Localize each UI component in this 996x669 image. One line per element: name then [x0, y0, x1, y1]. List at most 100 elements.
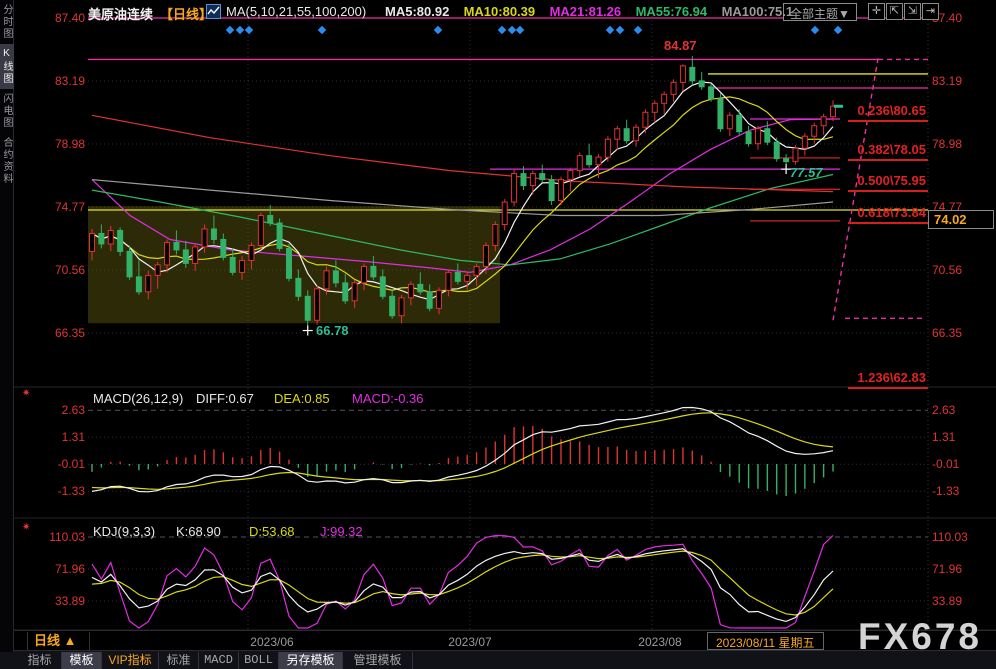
candle	[596, 157, 601, 164]
candle	[99, 233, 104, 243]
macd-settings-icon[interactable]: ✷	[22, 388, 30, 399]
event-marker-icon	[834, 26, 842, 34]
shift-right-icon[interactable]: ⇥	[922, 3, 939, 20]
candle	[784, 159, 789, 162]
candle	[690, 67, 695, 80]
fib-underline	[848, 120, 928, 122]
tab-模板[interactable]: 模板	[62, 652, 102, 669]
event-marker-icon	[434, 26, 442, 34]
main-axis-label-left: 78.98	[22, 137, 85, 151]
x-axis-date: 2023/06	[250, 635, 293, 649]
tab-标准[interactable]: 标准	[159, 652, 199, 669]
macd-value: MACD:-0.36	[352, 391, 424, 406]
event-marker-icon	[634, 26, 642, 34]
candle	[821, 117, 826, 126]
move-icon[interactable]: ✛	[868, 3, 885, 20]
kdj-settings-icon[interactable]: ✷	[22, 522, 30, 533]
candle	[427, 292, 432, 308]
kdj-header: KDJ(9,3,3)	[93, 524, 155, 539]
scale-out-icon[interactable]: ⇲	[904, 3, 921, 20]
sidebar-item-闪电图[interactable]: 闪电图	[0, 89, 14, 133]
candle	[352, 283, 357, 301]
ma-legend-MA5: MA5:80.92	[385, 4, 449, 19]
candle	[437, 290, 442, 308]
candle	[136, 277, 141, 292]
candle	[108, 230, 113, 243]
candle	[662, 94, 667, 103]
macd-axis-label-left: -0.01	[22, 457, 85, 471]
event-marker-icon	[236, 26, 244, 34]
event-marker-icon	[226, 26, 234, 34]
main-axis-label-left: 70.56	[22, 263, 85, 277]
macd-axis-label-right: 1.31	[932, 430, 955, 444]
fib-label: 0.382\78.05	[848, 142, 926, 157]
tab-另存模板[interactable]: 另存模板	[279, 652, 343, 669]
sidebar-item-K线图[interactable]: K线图	[0, 44, 14, 89]
main-axis-label-left: 66.35	[22, 326, 85, 340]
fib-label: 1.236\62.83	[848, 370, 926, 385]
fib-label: 0.500\75.95	[848, 173, 926, 188]
price-level-box[interactable]: 74.02	[928, 210, 994, 229]
event-marker-icon	[811, 26, 819, 34]
macd-axis-label-left: 1.31	[22, 430, 85, 444]
app-window: { "colors": { "up":"#e13232", "down":"#3…	[0, 0, 996, 669]
candle	[765, 129, 770, 142]
candle	[408, 284, 413, 297]
kdj-k-value: K:68.90	[176, 524, 221, 539]
main-axis-label-right: 70.56	[932, 263, 962, 277]
x-axis-date: 2023/07	[448, 635, 491, 649]
candle	[193, 247, 198, 263]
kdj-axis-label-right: 71.96	[932, 562, 962, 576]
candle	[249, 245, 254, 260]
tab-管理模板[interactable]: 管理模板	[343, 652, 413, 669]
macd-diff-value: DIFF:0.67	[196, 391, 254, 406]
candle	[258, 216, 263, 246]
last-price-tick	[834, 105, 843, 108]
tab-BOLL[interactable]: BOLL	[239, 652, 279, 669]
fib-underline	[848, 190, 928, 192]
tab-指标[interactable]: 指标	[18, 652, 62, 669]
ma-legend-MA21: MA21:81.26	[550, 4, 622, 19]
candle	[652, 103, 657, 112]
event-marker-icon	[516, 26, 524, 34]
candle	[558, 180, 563, 201]
candle	[502, 202, 507, 224]
candle	[230, 257, 235, 272]
watermark: FX678	[858, 616, 982, 658]
candle	[268, 216, 273, 223]
theme-selector-dropdown[interactable]: 全部主题▼	[783, 3, 857, 21]
tab-MACD[interactable]: MACD	[199, 652, 239, 669]
fib-label: 0.618\73.84	[848, 205, 926, 220]
candle	[587, 156, 592, 165]
candle	[277, 223, 282, 248]
candle	[549, 180, 554, 201]
candle	[577, 156, 582, 171]
sidebar-item-合约资料[interactable]: 合约资料	[0, 133, 14, 189]
chart-canvas[interactable]	[0, 0, 996, 669]
ma-legend-MA100: MA100:75.1	[722, 4, 794, 19]
candle	[286, 248, 291, 278]
sidebar-item-分时图[interactable]: 分时图	[0, 0, 14, 44]
tab-VIP指标[interactable]: VIP指标	[102, 652, 159, 669]
x-axis-row	[0, 630, 996, 651]
bottom-tab-bar: 指标模板VIP指标标准MACDBOLL另存模板管理模板	[0, 652, 996, 669]
macd-axis-label-right: -1.33	[932, 484, 959, 498]
line-chart-icon[interactable]	[206, 4, 221, 19]
fib-label: 0.236\80.65	[848, 103, 926, 118]
candle	[333, 271, 338, 283]
kdj-axis-label-right: 33.89	[932, 594, 962, 608]
candle	[624, 129, 629, 141]
candle	[521, 174, 526, 186]
candle	[831, 106, 836, 116]
candle	[202, 229, 207, 247]
symbol-title: 美原油连续	[88, 4, 153, 23]
period-selector[interactable]: 日线 ▲	[27, 632, 90, 650]
scale-in-icon[interactable]: ⇱	[886, 3, 903, 20]
candle	[390, 296, 395, 315]
candle	[802, 136, 807, 148]
period-up-arrow-icon: ▲	[64, 633, 77, 648]
candle	[540, 174, 545, 180]
candle	[127, 251, 132, 276]
kdj-axis-label-left: 110.03	[22, 530, 85, 544]
candle	[174, 242, 179, 249]
